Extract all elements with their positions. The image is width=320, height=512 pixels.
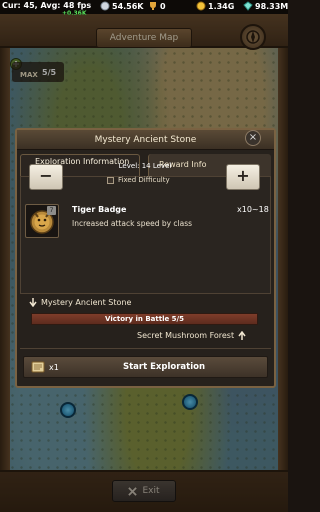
- exploration-dialog: Mystery Ancient Stone Exploration Inform…: [15, 128, 276, 388]
- level-increase-button[interactable]: +: [226, 164, 260, 190]
- to-location: Secret Mushroom Forest: [137, 331, 246, 340]
- fixed-difficulty-label: Fixed Difficulty: [118, 176, 170, 184]
- silver-value: 54.56K: [112, 1, 144, 11]
- gold-counter: 1.34G: [196, 1, 234, 11]
- start-exploration-label: Start Exploration: [122, 362, 206, 372]
- start-exploration-button[interactable]: x1 Start Exploration: [23, 356, 268, 378]
- gem-icon: [243, 1, 253, 11]
- arrow-up-icon: [238, 331, 246, 340]
- battle-progress-bar: Victory in Battle 5/5: [31, 313, 258, 325]
- from-location: Mystery Ancient Stone: [29, 298, 131, 307]
- from-location-label: Mystery Ancient Stone: [41, 298, 132, 307]
- fixed-difficulty-checkbox[interactable]: [107, 176, 114, 184]
- gold-value: 1.34G: [208, 1, 235, 11]
- fixed-difficulty[interactable]: Fixed Difficulty: [107, 176, 170, 184]
- arrow-down-icon: [29, 298, 37, 307]
- scroll-ticket-icon: [31, 361, 45, 373]
- gem-counter: 98.33M: [243, 1, 288, 11]
- trophy-icon: [150, 2, 156, 10]
- ticket-count: x1: [49, 363, 59, 372]
- level-decrease-button[interactable]: −: [29, 164, 63, 190]
- reward-quantity: x10~18: [237, 205, 269, 214]
- reward-name: Tiger Badge: [72, 205, 127, 214]
- dialog-title: Mystery Ancient Stone: [17, 130, 274, 150]
- to-location-label: Secret Mushroom Forest: [137, 331, 235, 340]
- silver-counter: 54.56K: [100, 1, 144, 11]
- battle-progress-text: Victory in Battle 5/5: [105, 315, 184, 323]
- gold-coin-icon: [196, 1, 206, 11]
- trophy-value: 0: [160, 1, 166, 11]
- reward-grade-badge: 7: [47, 206, 56, 215]
- dialog-close-button[interactable]: ×: [245, 130, 261, 146]
- fps-counter: Cur: 45, Avg: 48 fps: [2, 1, 92, 10]
- trophy-counter: 0: [148, 1, 166, 11]
- gem-value: 98.33M: [255, 1, 289, 11]
- silver-coin-icon: [100, 1, 110, 11]
- status-bar: Cur: 45, Avg: 48 fps +0.36K 54.56K 0 1.3…: [0, 0, 288, 17]
- reward-description: Increased attack speed by class: [72, 219, 193, 228]
- divider: [20, 348, 271, 349]
- level-text: Level: 14 Level: [118, 162, 172, 170]
